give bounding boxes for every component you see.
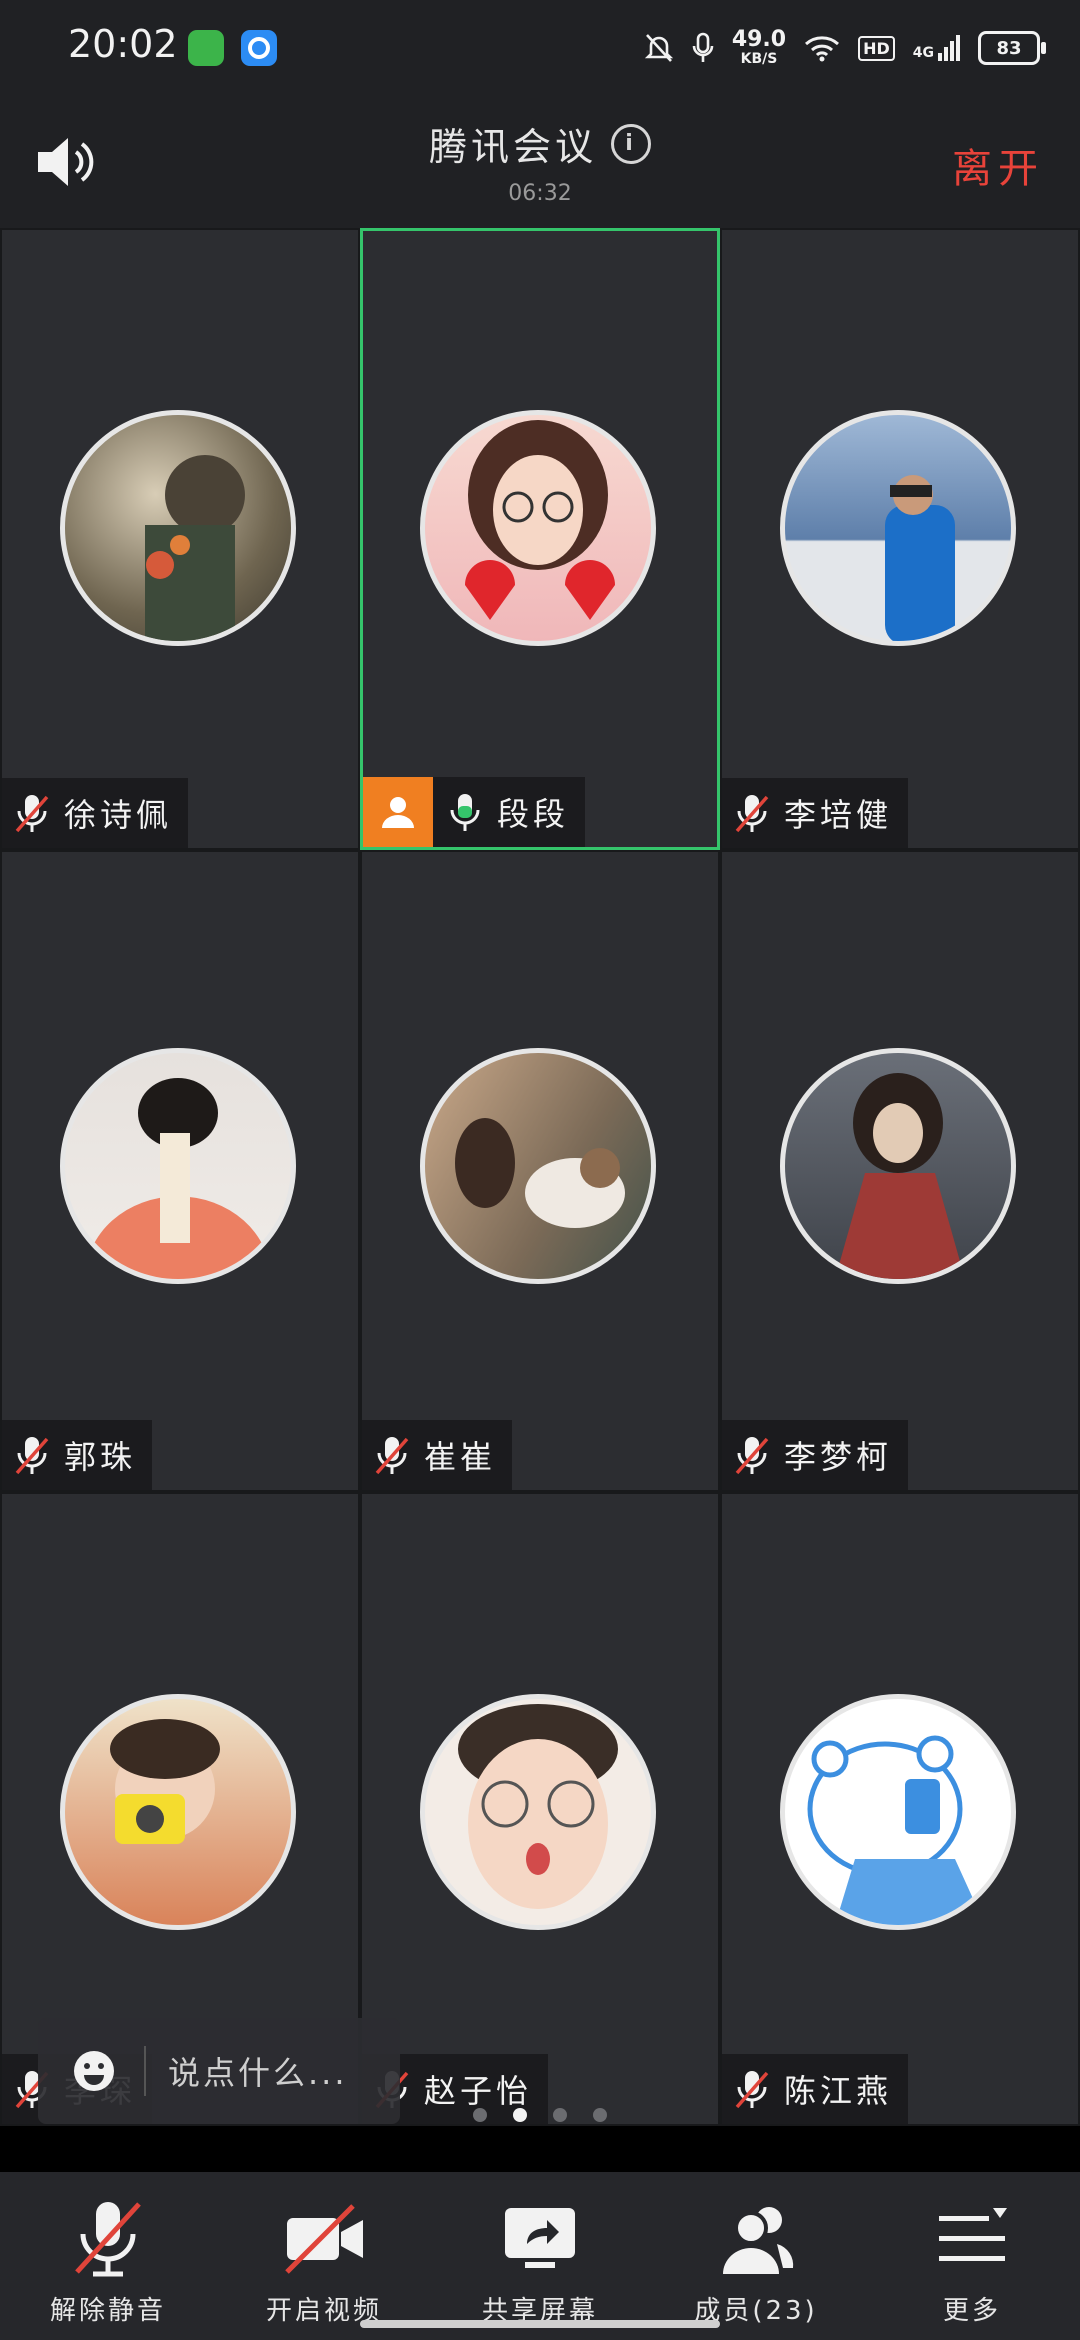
avatar	[780, 410, 1016, 646]
host-badge	[363, 777, 433, 847]
muted-mic-icon	[735, 1437, 769, 1475]
muted-mic-icon	[15, 1437, 49, 1475]
unmute-button[interactable]: 解除静音	[8, 2172, 208, 2327]
emoji-icon[interactable]	[62, 2039, 126, 2103]
page-dot[interactable]	[593, 2108, 607, 2122]
participant-name-bar: 李培健	[722, 778, 909, 848]
participant-tile[interactable]: 郭珠	[0, 850, 360, 1492]
toolbar-separator	[0, 2126, 1080, 2172]
participant-name-bar: 段段	[363, 777, 586, 847]
avatar	[60, 1048, 296, 1284]
participant-tile[interactable]: 赵子怡	[360, 1492, 720, 2126]
participant-tile-active[interactable]: 段段	[360, 228, 720, 850]
page-indicator	[0, 2108, 1080, 2122]
more-menu-icon	[939, 2208, 1007, 2261]
green-app-icon	[188, 30, 224, 66]
muted-mic-icon	[375, 1437, 409, 1475]
members-icon	[723, 2207, 794, 2274]
chat-divider	[144, 2046, 146, 2096]
share-screen-icon	[505, 2208, 575, 2268]
host-user-icon	[382, 797, 414, 828]
signal-icon: 4G	[913, 35, 960, 61]
unmute-label: 解除静音	[49, 2296, 166, 2326]
participant-name-bar: 徐诗佩	[2, 778, 189, 848]
share-screen-button[interactable]: 共享屏幕	[440, 2172, 640, 2327]
avatar	[420, 1694, 656, 1930]
meeting-title: 腾讯会议	[428, 125, 597, 169]
hd-badge: HD	[858, 35, 895, 61]
home-indicator[interactable]	[360, 2320, 720, 2328]
participant-name-bar: 李梦柯	[722, 1420, 909, 1490]
participant-tile[interactable]: 李梦柯	[720, 850, 1080, 1492]
participant-tile[interactable]: 崔崔	[360, 850, 720, 1492]
blue-app-icon	[241, 30, 277, 66]
leave-button[interactable]: 离开	[952, 136, 1044, 194]
wifi-icon	[805, 36, 840, 62]
muted-mic-icon	[735, 795, 769, 833]
participant-tile[interactable]: 陈江燕	[720, 1492, 1080, 2126]
avatar	[780, 1048, 1016, 1284]
avatar	[420, 1048, 656, 1284]
participant-tile[interactable]: 徐诗佩	[0, 228, 360, 850]
video-off-icon	[285, 2204, 363, 2274]
status-right-group: 49.0 KB/S HD 4G 83	[644, 26, 1046, 70]
participant-name: 李梦柯	[784, 1438, 893, 1476]
participant-tile[interactable]: 李培健	[720, 228, 1080, 850]
participant-name: 徐诗佩	[64, 796, 173, 834]
avatar	[60, 410, 296, 646]
participant-name-bar: 崔崔	[362, 1420, 513, 1490]
page-dot-current[interactable]	[513, 2108, 527, 2122]
meeting-title-row[interactable]: 腾讯会议 i	[429, 116, 651, 171]
participant-name: 李培健	[784, 796, 893, 834]
mic-active-icon	[450, 794, 480, 831]
muted-mic-large-icon	[75, 2202, 141, 2277]
participant-name: 崔崔	[424, 1438, 497, 1476]
participant-name: 郭珠	[64, 1438, 137, 1476]
start-video-button[interactable]: 开启视频	[224, 2172, 424, 2327]
members-button[interactable]: 成员(23)	[656, 2172, 856, 2327]
participant-name: 段段	[497, 795, 570, 833]
muted-mic-icon	[735, 2071, 769, 2109]
page-dot[interactable]	[553, 2108, 567, 2122]
mic-status-icon	[692, 32, 714, 62]
muted-mic-icon	[15, 795, 49, 833]
participant-name-bar: 郭珠	[2, 1420, 153, 1490]
page-dot[interactable]	[473, 2108, 487, 2122]
battery-indicator: 83	[978, 31, 1046, 65]
title-block: 腾讯会议 i 06:32	[0, 116, 1080, 206]
participant-grid: 徐诗佩 段段 李培健 郭珠 崔崔 李梦柯 赵子怡 陈江燕	[0, 228, 1080, 2126]
info-icon[interactable]: i	[611, 123, 651, 164]
avatar	[420, 410, 656, 646]
more-button[interactable]: 更多	[872, 2172, 1072, 2327]
participant-name: 赵子怡	[424, 2072, 533, 2110]
meeting-timer: 06:32	[508, 181, 572, 206]
meeting-header: 腾讯会议 i 06:32 离开	[0, 96, 1080, 228]
participant-name: 陈江燕	[784, 2072, 893, 2110]
avatar	[780, 1694, 1016, 1930]
avatar	[60, 1694, 296, 1930]
chat-placeholder: 说点什么...	[168, 2054, 348, 2092]
net-speed: 49.0 KB/S	[731, 27, 787, 68]
meeting-toolbar: 解除静音 开启视频 共享屏幕 成员(23) 更多	[0, 2172, 1080, 2340]
status-time: 20:02	[68, 22, 178, 66]
bell-off-icon	[644, 34, 673, 62]
more-label: 更多	[942, 2296, 1001, 2326]
status-bar: 20:02 49.0 KB/S HD 4G 83	[0, 0, 1080, 96]
